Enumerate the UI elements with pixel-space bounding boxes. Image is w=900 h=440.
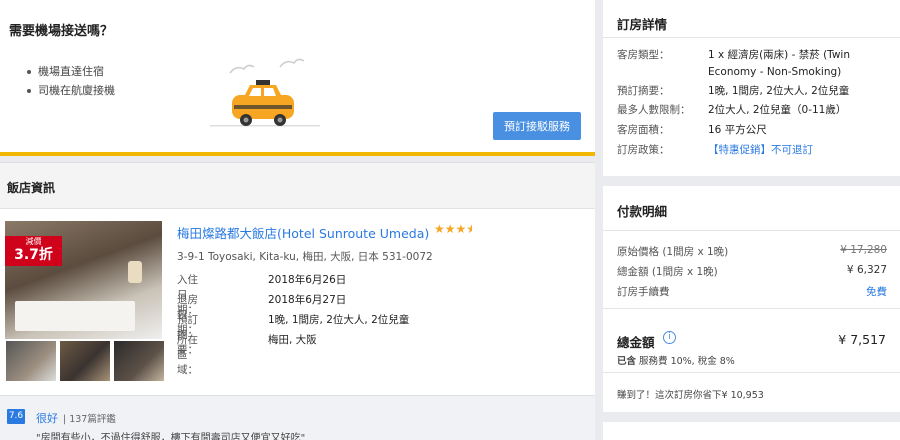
booking-detail-value: 1晚, 1間房, 2位大人, 2位兒童 [708,85,850,97]
discount-badge: 減價 3.7折 [5,236,62,266]
savings-note: 賺到了！這次訂房你省下¥ 10,953 [617,390,764,401]
review-count: | 137篇評鑑 [63,414,116,425]
stay-info-value: 2018年6月27日 [268,294,347,306]
stay-info-label: 所在區域： [177,334,198,376]
review-summary: 7.6 很好 | 137篇評鑑 "房間有些小，不過住得舒服，樓下有間壽司店又便宜… [0,395,595,440]
tax-included-text: 服務費 10%, 稅金 8% [639,356,735,367]
tax-included-prefix: 已含 [617,356,637,367]
hotel-address: 3-9-1 Toyosaki, Kita-ku, 梅田, 大阪, 日本 531-… [177,251,433,263]
booking-details-card: 訂房詳情 客房類型： 1 x 經濟房(兩床) - 禁菸 (Twin Econom… [603,0,900,176]
hotel-thumbnail[interactable] [114,341,164,381]
price-row: 總金額 (1間房 x 1晚) ¥ 6,327 [617,264,887,282]
stay-info-value: 1晚, 1間房, 2位大人, 2位兒童 [268,314,410,326]
stay-info-value: 梅田, 大阪 [268,334,317,346]
booking-detail-label: 客房面積： [617,124,670,136]
booking-detail-value: 16 平方公尺 [708,124,767,136]
transfer-benefits: 機場直達住宿 司機在航廈接機 [27,62,115,100]
airport-transfer-card: 需要機場接送嗎？ 機場直達住宿 司機在航廈接機 預訂接駁服務 [0,0,595,156]
hotel-info-title: 飯店資訊 [7,181,56,195]
divider [603,230,900,231]
half-star-icon: ★ [466,222,473,236]
price-row: 原始價格 (1間房 x 1晚) ¥ 17,280 [617,244,887,262]
hotel-name-link[interactable]: 梅田燦路都大飯店(Hotel Sunroute Umeda) [177,223,429,242]
hotel-info-section: 飯店資訊 減價 3.7折 梅田燦路都大飯店(Hotel Sunroute Ume… [0,162,595,440]
star-icons: ★★★ [434,222,467,236]
price-label: 總金額 (1間房 x 1晚) [617,266,718,278]
divider [603,308,900,309]
booking-detail-label: 最多人數限制： [617,104,691,116]
hotel-info-header: 飯店資訊 [0,163,595,209]
booking-detail-label: 預訂摘要： [617,85,670,97]
transfer-benefit-item: 司機在航廈接機 [27,81,115,100]
discount-badge-label: 減價 [25,237,42,246]
cancellation-policy-link[interactable]: 【特惠促銷】不可退訂 [708,142,898,159]
original-price-value: ¥ 17,280 [840,244,887,256]
review-rating-word[interactable]: 很好 [36,410,58,426]
star-rating: ★★★★ [434,222,472,236]
divider [603,372,900,373]
payment-summary-card: 付款明細 原始價格 (1間房 x 1晚) ¥ 17,280 總金額 (1間房 x… [603,186,900,412]
bed-shape [15,301,135,331]
total-price: ¥ 7,517 [838,332,886,347]
hotel-thumbnail[interactable] [60,341,110,381]
discount-badge-value: 3.7折 [14,247,53,263]
booking-detail-value: 1 x 經濟房(兩床) - 禁菸 (Twin Economy - Non-Smo… [708,49,850,78]
tax-included-note: 已含 服務費 10%, 稅金 8% [617,353,735,367]
booking-fee-value: 免費 [866,286,887,298]
price-label: 原始價格 (1間房 x 1晚) [617,246,729,258]
booking-detail-label: 客房類型： [617,49,670,61]
book-transfer-button[interactable]: 預訂接駁服務 [493,112,581,140]
taxi-illustration [210,58,320,127]
price-row: 訂房手續費 免費 [617,284,887,302]
review-quote: "房間有些小，不過住得舒服，樓下有間壽司店又便宜又好吃" [36,433,306,440]
booking-detail-label: 訂房政策： [617,144,670,156]
review-score-badge: 7.6 [7,409,25,424]
price-value: ¥ 6,327 [846,264,887,276]
next-card-edge [603,422,900,440]
total-label: 總金額 [617,335,655,350]
lamp-shape [128,261,142,283]
transfer-title: 需要機場接送嗎？ [9,24,114,39]
payment-title: 付款明細 [617,204,668,219]
booking-details-title: 訂房詳情 [617,17,668,32]
stay-info-value: 2018年6月26日 [268,274,347,286]
divider [603,37,900,38]
transfer-benefit-item: 機場直達住宿 [27,62,115,81]
booking-detail-value: 2位大人, 2位兒童（0-11歲） [708,104,847,116]
price-label: 訂房手續費 [617,286,670,298]
info-icon[interactable]: i [663,331,676,344]
hotel-thumbnail[interactable] [6,341,56,381]
